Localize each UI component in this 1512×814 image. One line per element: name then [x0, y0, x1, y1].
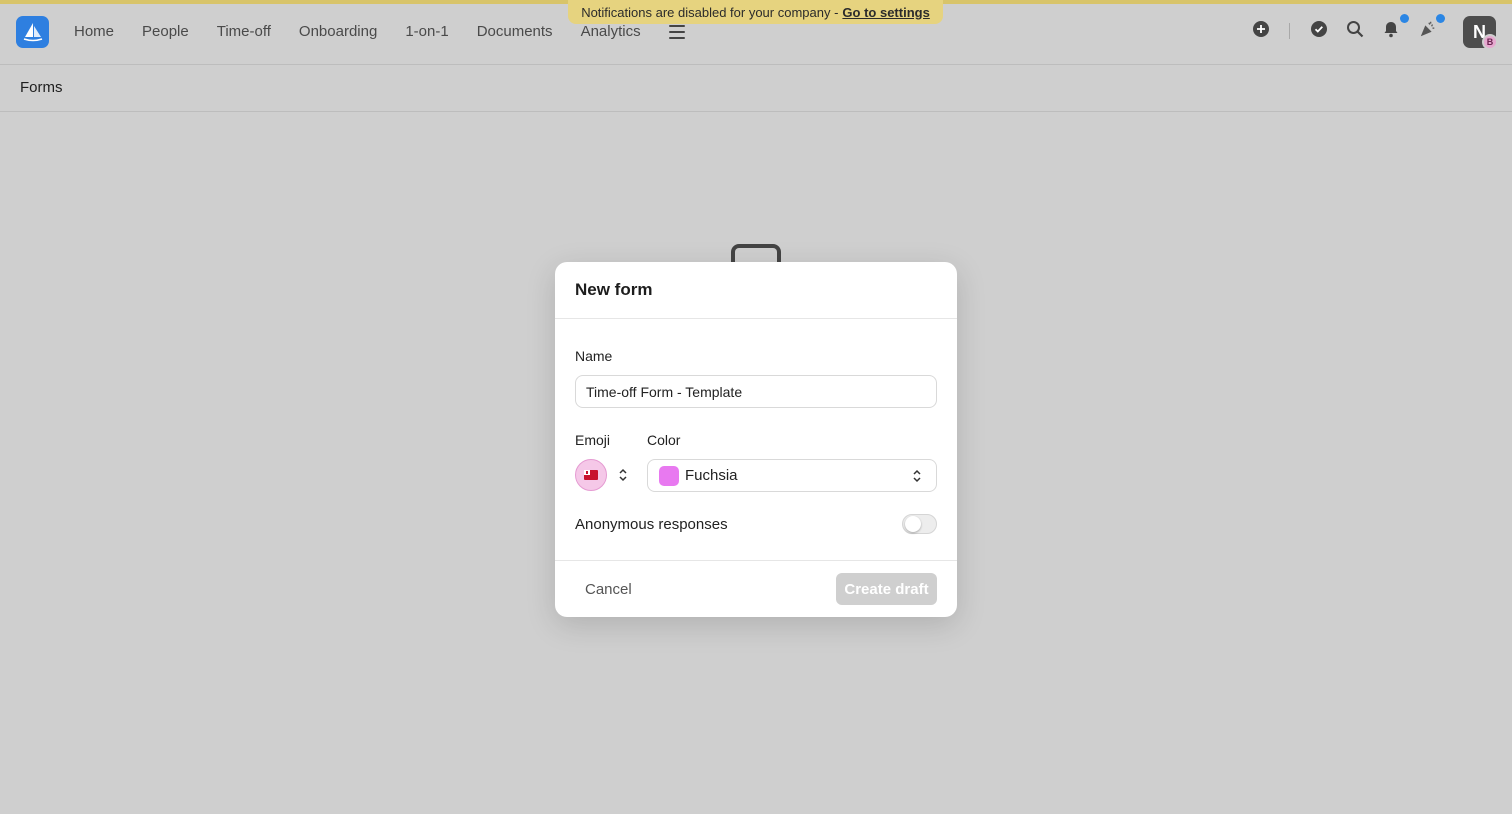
nav-item-time-off[interactable]: Time-off	[217, 23, 271, 40]
name-label: Name	[575, 348, 613, 364]
page-header: Forms	[0, 65, 1512, 112]
dialog-footer: Cancel Create draft	[555, 560, 957, 617]
search-icon[interactable]	[1346, 20, 1364, 38]
nav-item-home[interactable]: Home	[74, 23, 114, 40]
color-value: Fuchsia	[685, 467, 738, 484]
avatar[interactable]: N B	[1463, 16, 1498, 50]
nav-item-onboarding[interactable]: Onboarding	[299, 23, 377, 40]
anonymous-responses-toggle[interactable]	[902, 514, 937, 534]
create-draft-button[interactable]: Create draft	[836, 573, 937, 605]
plus-circle-icon[interactable]	[1252, 20, 1270, 38]
nav-item-analytics[interactable]: Analytics	[581, 23, 641, 40]
color-chevron-updown-icon	[912, 468, 922, 484]
check-circle-icon[interactable]	[1310, 20, 1328, 38]
party-icon[interactable]	[1419, 20, 1437, 38]
app-logo-icon[interactable]	[16, 16, 49, 48]
emoji-chevron-updown-icon[interactable]	[618, 467, 628, 483]
avatar-badge: B	[1482, 34, 1498, 50]
main-nav: Home People Time-off Onboarding 1-on-1 D…	[74, 23, 685, 40]
menu-icon[interactable]	[668, 24, 685, 39]
new-form-dialog: New form Name Emoji Color Fuchsia Anonym…	[555, 262, 957, 617]
flag-emoji-icon	[584, 470, 598, 480]
name-input[interactable]	[575, 375, 937, 408]
nav-item-documents[interactable]: Documents	[477, 23, 553, 40]
bell-notification-dot	[1400, 14, 1409, 23]
nav-item-people[interactable]: People	[142, 23, 189, 40]
color-swatch	[659, 466, 679, 486]
toggle-knob	[905, 516, 921, 532]
party-notification-dot	[1436, 14, 1445, 23]
dialog-title: New form	[575, 280, 653, 299]
top-navigation-bar: Home People Time-off Onboarding 1-on-1 D…	[0, 4, 1512, 65]
nav-item-1-on-1[interactable]: 1-on-1	[405, 23, 448, 40]
color-label: Color	[647, 432, 681, 448]
color-select[interactable]: Fuchsia	[647, 459, 937, 492]
anonymous-responses-label: Anonymous responses	[575, 516, 728, 533]
cancel-button[interactable]: Cancel	[575, 573, 642, 605]
emoji-label: Emoji	[575, 432, 611, 448]
bell-icon[interactable]	[1382, 20, 1400, 38]
page-title: Forms	[20, 79, 63, 96]
toolbar-divider	[1289, 23, 1290, 39]
emoji-picker-button[interactable]	[575, 459, 607, 491]
dialog-header: New form	[555, 262, 957, 319]
